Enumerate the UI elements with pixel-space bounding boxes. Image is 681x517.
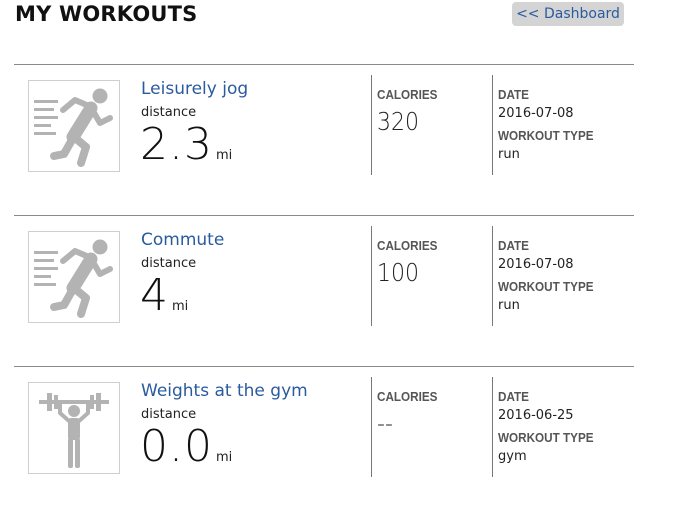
workout-card: Weights at the gym distance 0.0 mi CALORI…	[14, 366, 634, 517]
distance-label: distance	[141, 105, 197, 120]
column-divider	[492, 226, 493, 326]
date-label: DATE	[498, 389, 529, 404]
workout-card: Commute distance 4 mi CALORIES 100 DATE 2…	[14, 215, 634, 366]
distance-value: 2.3	[140, 119, 213, 170]
workout-type-label: WORKOUT TYPE	[498, 128, 594, 143]
workout-type-label: WORKOUT TYPE	[498, 279, 594, 294]
distance-readout: 2.3 mi	[140, 119, 232, 170]
dashboard-link-button[interactable]: << Dashboard	[512, 2, 624, 26]
workout-type-value: run	[498, 147, 520, 162]
calories-value: --	[377, 409, 393, 438]
date-label: DATE	[498, 87, 529, 102]
calories-label: CALORIES	[377, 389, 438, 404]
distance-readout: 0.0 mi	[140, 421, 232, 472]
page-title: MY WORKOUTS	[15, 2, 198, 26]
column-divider	[371, 75, 372, 175]
calories-value: 100	[377, 258, 419, 287]
column-divider	[492, 377, 493, 477]
date-label: DATE	[498, 238, 529, 253]
weightlifter-icon	[28, 382, 120, 474]
distance-unit: mi	[172, 299, 189, 314]
workout-card: Leisurely jog distance 2.3 mi CALORIES 32…	[14, 64, 634, 215]
workout-name-link[interactable]: Leisurely jog	[141, 79, 248, 99]
column-divider	[492, 75, 493, 175]
workout-name-link[interactable]: Commute	[141, 230, 224, 250]
distance-value: 4	[140, 270, 169, 321]
date-value: 2016-07-08	[498, 106, 574, 121]
workout-type-label: WORKOUT TYPE	[498, 430, 594, 445]
column-divider	[371, 226, 372, 326]
date-value: 2016-06-25	[498, 408, 574, 423]
calories-value: 320	[377, 107, 419, 136]
running-person-icon	[28, 231, 120, 323]
distance-unit: mi	[215, 148, 233, 163]
distance-label: distance	[141, 407, 197, 422]
workout-type-value: run	[498, 298, 520, 313]
calories-label: CALORIES	[377, 87, 438, 102]
running-person-icon	[28, 80, 120, 172]
calories-label: CALORIES	[377, 238, 438, 253]
distance-readout: 4 mi	[140, 270, 188, 321]
distance-label: distance	[141, 256, 197, 271]
distance-unit: mi	[215, 450, 233, 465]
date-value: 2016-07-08	[498, 257, 574, 272]
distance-value: 0.0	[140, 421, 213, 472]
workout-type-value: gym	[498, 449, 527, 464]
workout-name-link[interactable]: Weights at the gym	[141, 381, 308, 401]
column-divider	[371, 377, 372, 477]
